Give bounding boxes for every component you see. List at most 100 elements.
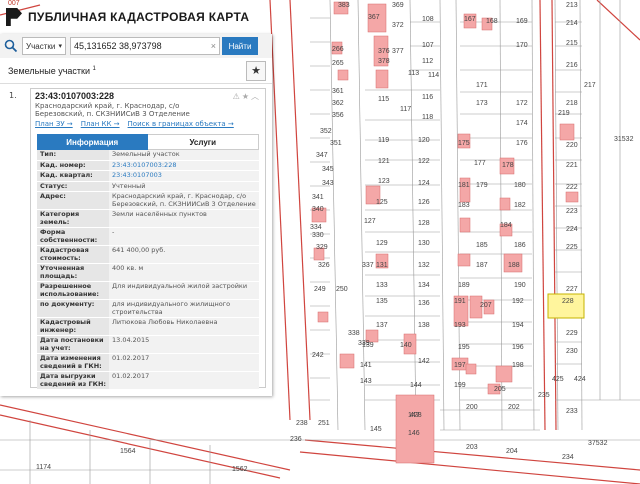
- parcel-label: 230: [566, 348, 578, 355]
- parcel-label: 214: [566, 20, 578, 27]
- parcel-label: 184: [500, 222, 512, 229]
- parcel-label: 250: [336, 286, 348, 293]
- info-value: Литюкова Любовь Николаевна: [109, 318, 259, 335]
- parcel-label: 196: [512, 344, 524, 351]
- info-key: Дата выгрузки сведений из ГКН:: [37, 372, 109, 389]
- parcel-label: 203: [466, 444, 478, 451]
- plan-kk-link[interactable]: План КК →: [81, 120, 120, 128]
- parcel-label: 195: [458, 344, 470, 351]
- parcel-label: 251: [318, 420, 330, 427]
- parcel-label: 235: [538, 392, 550, 399]
- parcel-label: 343: [322, 180, 334, 187]
- search-query: 45,131652 38,973798: [74, 41, 162, 51]
- parcel-label: 234: [562, 454, 574, 461]
- parcel-label: 204: [506, 448, 518, 455]
- info-key: Разрешенное использование:: [37, 282, 109, 299]
- parcel-label: 130: [418, 240, 430, 247]
- parcel-label: 330: [312, 232, 324, 239]
- parcel-label: 118: [422, 114, 434, 121]
- info-row: Кад. квартал: 23:43:0107003: [37, 171, 259, 182]
- parcel-label: 146: [408, 430, 420, 437]
- info-row: Уточненная площадь: 400 кв. м: [37, 264, 259, 282]
- parcel-label: 136: [418, 300, 430, 307]
- parcel-label: 376: [378, 48, 390, 55]
- parcel-label: 175: [458, 140, 470, 147]
- search-panel: Участки ▾ 45,131652 38,973798 × Найти Зе…: [0, 34, 272, 396]
- parcel-label: 178: [502, 162, 514, 169]
- info-row: Тип: Земельный участок: [37, 150, 259, 161]
- search-type-select[interactable]: Участки ▾: [22, 37, 66, 55]
- parcel-label: 266: [332, 46, 344, 53]
- info-key: Кад. квартал:: [37, 171, 109, 181]
- parcel-label: 220: [566, 142, 578, 149]
- parcel-label: 329: [316, 244, 328, 251]
- parcel-label: 187: [476, 262, 488, 269]
- info-row: Адрес: Краснодарский край, г. Краснодар, …: [37, 192, 259, 210]
- parcel-label: 356: [332, 112, 344, 119]
- parcel-label: 119: [378, 137, 390, 144]
- parcel-label: 236: [290, 436, 302, 443]
- info-row: Кадастровый инженер: Литюкова Любовь Нико…: [37, 318, 259, 336]
- parcel-label: 265: [332, 60, 344, 67]
- parcel-label: 133: [376, 282, 388, 289]
- search-type-label: Участки: [26, 41, 56, 51]
- parcels-header: Земельные участки 1 ★: [0, 58, 272, 84]
- parcel-label: 189: [458, 282, 470, 289]
- result-cadastral-number[interactable]: 23:43:0107003:228: [35, 91, 261, 101]
- result-action-icons[interactable]: ⚠★︿: [233, 91, 261, 102]
- search-icon[interactable]: [0, 35, 22, 57]
- parcel-label: 229: [566, 330, 578, 337]
- search-bar: Участки ▾ 45,131652 38,973798 × Найти: [0, 34, 272, 58]
- parcel-label: 345: [322, 166, 334, 173]
- info-value: для индивидуального жилищного строительс…: [109, 300, 259, 317]
- tab-info[interactable]: Информация: [37, 134, 148, 150]
- parcel-label: 228: [562, 298, 574, 305]
- info-key: Тип:: [37, 150, 109, 160]
- parcel-label: 233: [566, 408, 578, 415]
- parcel-label: 352: [320, 128, 332, 135]
- parcel-label: 115: [378, 96, 390, 103]
- parcel-label: 207: [480, 302, 492, 309]
- parcel-label: 174: [516, 120, 528, 127]
- parcel-label: 225: [566, 244, 578, 251]
- parcel-label: 113: [408, 70, 420, 77]
- parcel-label: 140: [400, 342, 412, 349]
- info-row: Кад. номер: 23:43:0107003:228: [37, 160, 259, 171]
- info-key: Статус:: [37, 181, 109, 191]
- find-button[interactable]: Найти: [222, 37, 258, 55]
- parcel-label: 185: [476, 242, 488, 249]
- parcel-label: 112: [422, 58, 434, 65]
- plan-zu-link[interactable]: План ЗУ →: [35, 120, 73, 128]
- parcel-label: 351: [330, 140, 342, 147]
- info-row: Дата изменения сведений в ГКН: 01.02.2017: [37, 354, 259, 372]
- info-row: Статус: Учтенный: [37, 181, 259, 192]
- info-value: 400 кв. м: [109, 264, 259, 281]
- parcel-label: 144: [410, 382, 422, 389]
- parcel-label: 213: [566, 2, 578, 9]
- parcel-label: 171: [476, 82, 488, 89]
- parcel-label: 124: [418, 180, 430, 187]
- info-key: Дата изменения сведений в ГКН:: [37, 354, 109, 371]
- parcel-label: 200: [466, 404, 478, 411]
- info-value: -: [109, 228, 259, 245]
- tab-services[interactable]: Услуги: [147, 134, 259, 150]
- parcels-title-text: Земельные участки: [8, 65, 91, 76]
- search-in-bounds-link[interactable]: Поиск в границах объекта →: [128, 120, 234, 128]
- info-row: Дата постановки на учет: 13.04.2015: [37, 336, 259, 354]
- info-value-link[interactable]: 23:43:0107003:228: [109, 160, 259, 170]
- parcel-label: 428: [410, 412, 422, 419]
- parcel-label: 117: [400, 106, 412, 113]
- parcel-label: 129: [376, 240, 388, 247]
- search-input[interactable]: 45,131652 38,973798 ×: [70, 37, 220, 55]
- parcel-label: 377: [392, 48, 404, 55]
- clear-icon[interactable]: ×: [211, 41, 216, 51]
- info-value: Для индивидуальной жилой застройки: [109, 282, 259, 299]
- parcel-label: 114: [428, 72, 440, 79]
- parcel-label: 202: [508, 404, 520, 411]
- parcel-label: 369: [392, 2, 404, 9]
- parcel-label: 249: [314, 286, 326, 293]
- parcel-label: 340: [312, 206, 324, 213]
- favorite-star-icon[interactable]: ★: [246, 60, 266, 81]
- info-value-link[interactable]: 23:43:0107003: [109, 171, 259, 181]
- info-value: Земли населённых пунктов: [109, 210, 259, 227]
